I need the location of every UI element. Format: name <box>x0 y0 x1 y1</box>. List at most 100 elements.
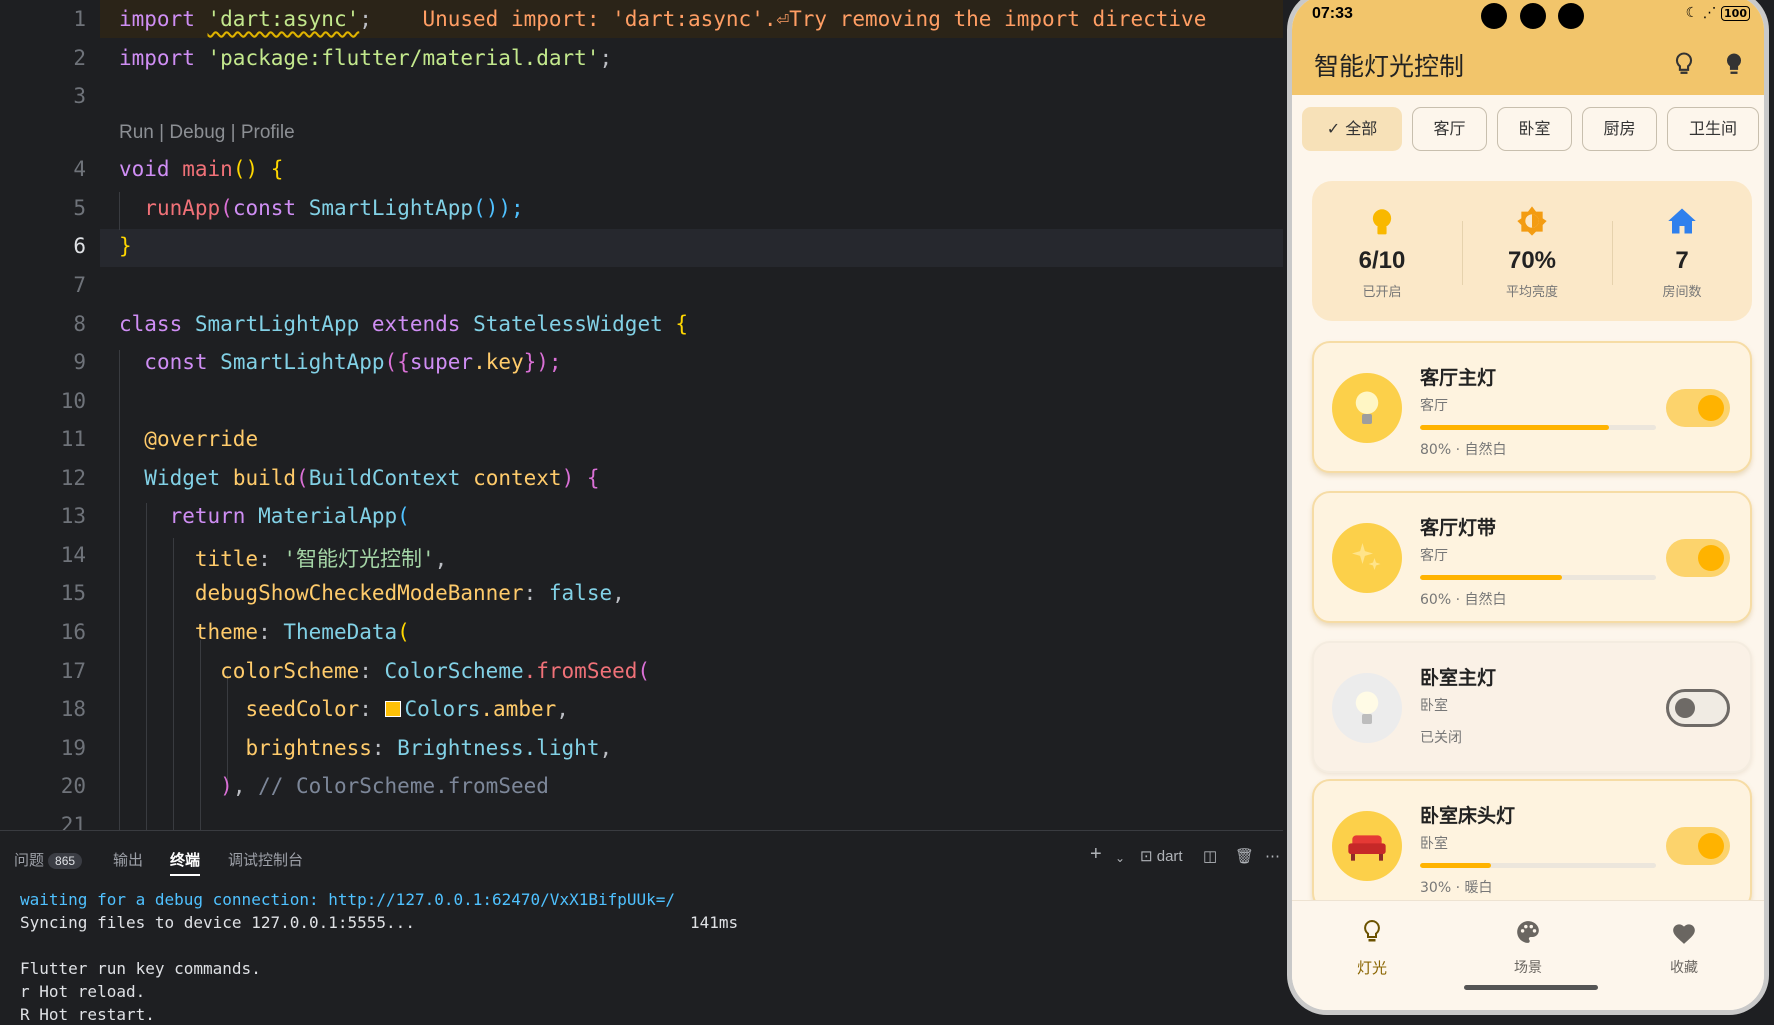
card-icon-bg <box>1332 673 1402 743</box>
keyword: super <box>409 350 474 374</box>
class-name: SmartLightApp <box>220 350 385 374</box>
code-line[interactable]: title: '智能灯光控制', <box>119 543 447 573</box>
function-name: runApp <box>144 196 221 220</box>
filter-chip-living-room[interactable]: 客厅 <box>1412 107 1487 151</box>
indent-guide <box>227 675 228 785</box>
filter-chip-bathroom[interactable]: 卫生间 <box>1667 107 1759 151</box>
power-toggle[interactable] <box>1666 389 1730 427</box>
code-line[interactable]: import 'package:flutter/material.dart'; <box>119 46 612 70</box>
code-line[interactable]: @override <box>119 427 258 451</box>
punct: ( <box>637 659 651 683</box>
brightness-bar[interactable] <box>1420 863 1656 868</box>
code-line[interactable]: void main() { <box>119 157 283 181</box>
new-terminal-button[interactable]: + <box>1090 843 1102 866</box>
light-card[interactable]: 客厅灯带 客厅 60% · 自然白 <box>1312 491 1752 623</box>
comment: // ColorScheme.fromSeed <box>258 774 549 798</box>
status-icons: ☾ ⋰ 100 <box>1686 5 1750 21</box>
card-icon-bg <box>1332 373 1402 443</box>
palette-icon <box>1517 921 1539 943</box>
terminal-line: Flutter run key commands. <box>20 959 261 978</box>
filter-chip-all[interactable]: ✓ 全部 <box>1302 107 1402 151</box>
property: title <box>194 547 259 571</box>
class-name: ThemeData <box>283 620 398 644</box>
brightness-bar[interactable] <box>1420 575 1656 580</box>
terminal-line[interactable]: waiting for a debug connection: http://1… <box>20 890 675 909</box>
light-card[interactable]: 客厅主灯 客厅 80% · 自然白 <box>1312 341 1752 473</box>
terminal-line: Syncing files to device 127.0.0.1:5555..… <box>20 913 415 932</box>
tab-output[interactable]: 输出 <box>113 849 143 870</box>
signal-icon: ⋰ <box>1702 5 1717 21</box>
punct: () { <box>232 157 284 181</box>
filter-chip-kitchen[interactable]: 厨房 <box>1582 107 1657 151</box>
power-toggle[interactable] <box>1666 827 1730 865</box>
power-toggle[interactable] <box>1666 689 1730 727</box>
tab-debug-console[interactable]: 调试控制台 <box>228 849 303 870</box>
code-line[interactable]: } <box>119 234 132 258</box>
code-line[interactable]: const SmartLightApp({super.key}); <box>119 350 561 374</box>
heart-icon <box>1673 924 1695 944</box>
punct: ; <box>599 46 613 70</box>
property: .amber <box>480 697 557 721</box>
tab-terminal[interactable]: 终端 <box>170 849 201 876</box>
code-editor[interactable]: 1 2 3 4 5 6 7 8 9 10 11 12 13 14 15 16 1… <box>0 0 1285 830</box>
code-line[interactable]: class SmartLightApp extends StatelessWid… <box>119 312 688 336</box>
code-line[interactable]: colorScheme: ColorScheme.fromSeed( <box>119 659 650 683</box>
light-card[interactable]: 卧室主灯 卧室 已关闭 <box>1312 641 1752 773</box>
line-number: 6 <box>73 234 86 258</box>
summary-card: 6/10 已开启 70% 平均亮度 7 房间数 <box>1312 181 1752 321</box>
line-number: 10 <box>60 389 86 413</box>
bulb-icon <box>1372 209 1392 235</box>
more-icon[interactable]: ⋯ <box>1265 847 1280 865</box>
moon-icon: ☾ <box>1685 5 1699 21</box>
camera-cutout <box>1481 3 1507 29</box>
camera-cutout <box>1558 3 1584 29</box>
line-number: 2 <box>73 46 86 70</box>
code-line[interactable]: seedColor: Colors.amber, <box>119 697 568 721</box>
light-card[interactable]: 卧室床头灯 卧室 30% · 暖白 <box>1312 779 1752 911</box>
codelens-run-debug-profile[interactable]: Run | Debug | Profile <box>119 122 295 144</box>
terminal-line: 141ms <box>690 913 739 932</box>
code-line[interactable]: return MaterialApp( <box>119 504 410 528</box>
summary-on-count: 6/10 已开启 <box>1312 181 1452 321</box>
line-number: 13 <box>60 504 86 528</box>
class-name: StatelessWidget <box>473 312 663 336</box>
summary-value: 6/10 <box>1358 247 1406 274</box>
tab-problems[interactable]: 问题 865 <box>14 849 83 870</box>
line-number: 17 <box>60 659 86 683</box>
trash-icon[interactable]: 🗑 <box>1235 847 1254 865</box>
code-line[interactable]: debugShowCheckedModeBanner: false, <box>119 581 625 605</box>
light-name: 客厅主灯 <box>1420 367 1497 389</box>
light-room: 卧室 <box>1420 698 1448 714</box>
code-line[interactable]: ), // ColorScheme.fromSeed <box>119 774 549 798</box>
punct: ; <box>359 7 372 31</box>
keyword: import <box>119 46 195 70</box>
punct: { <box>675 312 689 336</box>
terminal-dropdown-icon[interactable]: ⌄ <box>1115 851 1125 865</box>
code-line[interactable]: import 'dart:async'; Unused import: 'dar… <box>119 7 1206 31</box>
home-indicator[interactable] <box>1464 985 1598 990</box>
filter-chip-bedroom[interactable]: 卧室 <box>1497 107 1572 151</box>
code-line[interactable]: Widget build(BuildContext context) { <box>119 466 599 490</box>
current-line-highlight <box>100 229 1285 267</box>
light-name: 卧室床头灯 <box>1420 805 1516 827</box>
camera-cutout <box>1520 3 1546 29</box>
code-line[interactable]: brightness: Brightness.light, <box>119 736 612 760</box>
property: seedColor <box>245 697 360 721</box>
power-toggle[interactable] <box>1666 539 1730 577</box>
property: theme <box>194 620 259 644</box>
brightness-bar[interactable] <box>1420 425 1656 430</box>
split-terminal-icon[interactable]: ◫ <box>1203 847 1217 865</box>
status-bar: 07:33 ☾ ⋰ 100 <box>1292 0 1764 35</box>
summary-label: 已开启 <box>1362 285 1402 300</box>
code-line[interactable]: runApp(const SmartLightApp()); <box>119 196 523 220</box>
color-swatch-icon[interactable] <box>384 701 401 717</box>
bulb-outline-icon <box>1364 919 1380 942</box>
terminal-selector[interactable]: ⊡ dart <box>1140 847 1183 865</box>
bulb-filled-icon[interactable] <box>1720 49 1748 79</box>
bulb-outline-icon[interactable] <box>1670 49 1698 79</box>
summary-avg-brightness: 70% 平均亮度 <box>1462 181 1602 321</box>
bulb-icon <box>1355 691 1379 724</box>
code-line[interactable]: theme: ThemeData( <box>119 620 410 644</box>
summary-room-count: 7 房间数 <box>1612 181 1752 321</box>
line-number: 8 <box>73 312 86 336</box>
